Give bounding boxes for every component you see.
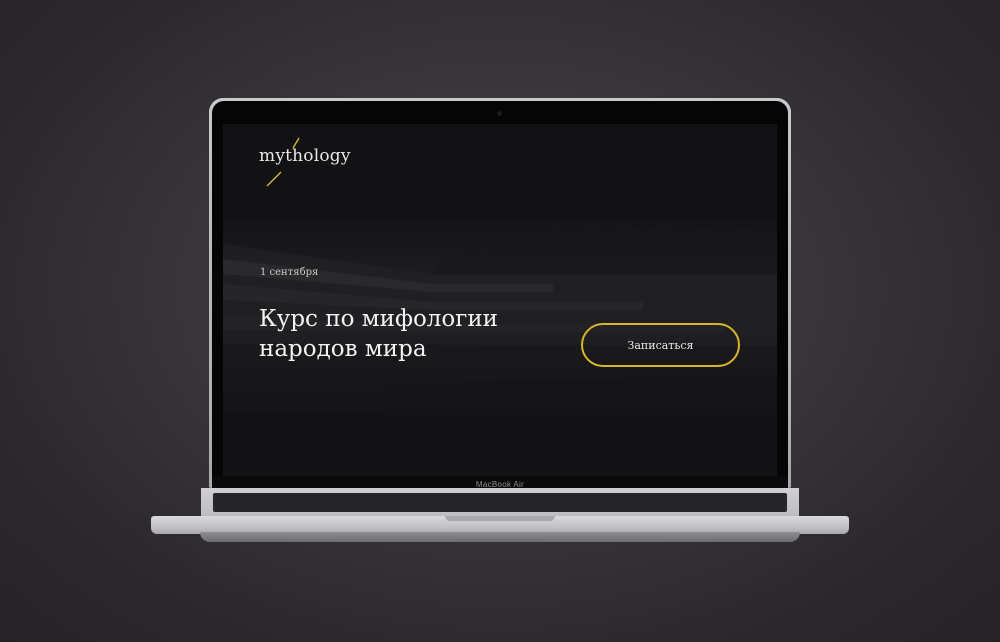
- lid-notch: [445, 516, 555, 521]
- title-line-1: Курс по мифологии: [259, 306, 498, 332]
- enroll-button[interactable]: Записаться: [581, 323, 740, 367]
- website-screen: mythology 1 сентября Курс по мифологии н…: [223, 124, 777, 476]
- keyboard: [213, 493, 787, 512]
- laptop-base-edge: [200, 532, 800, 542]
- stadium-background-image: [223, 124, 777, 476]
- camera-icon: [497, 111, 502, 116]
- page-title: Курс по мифологии народов мира: [259, 304, 579, 364]
- site-logo[interactable]: mythology: [259, 146, 351, 166]
- laptop-mockup: mythology 1 сентября Курс по мифологии н…: [0, 0, 1000, 642]
- title-line-2: народов мира: [259, 336, 427, 362]
- course-date: 1 сентября: [260, 267, 319, 278]
